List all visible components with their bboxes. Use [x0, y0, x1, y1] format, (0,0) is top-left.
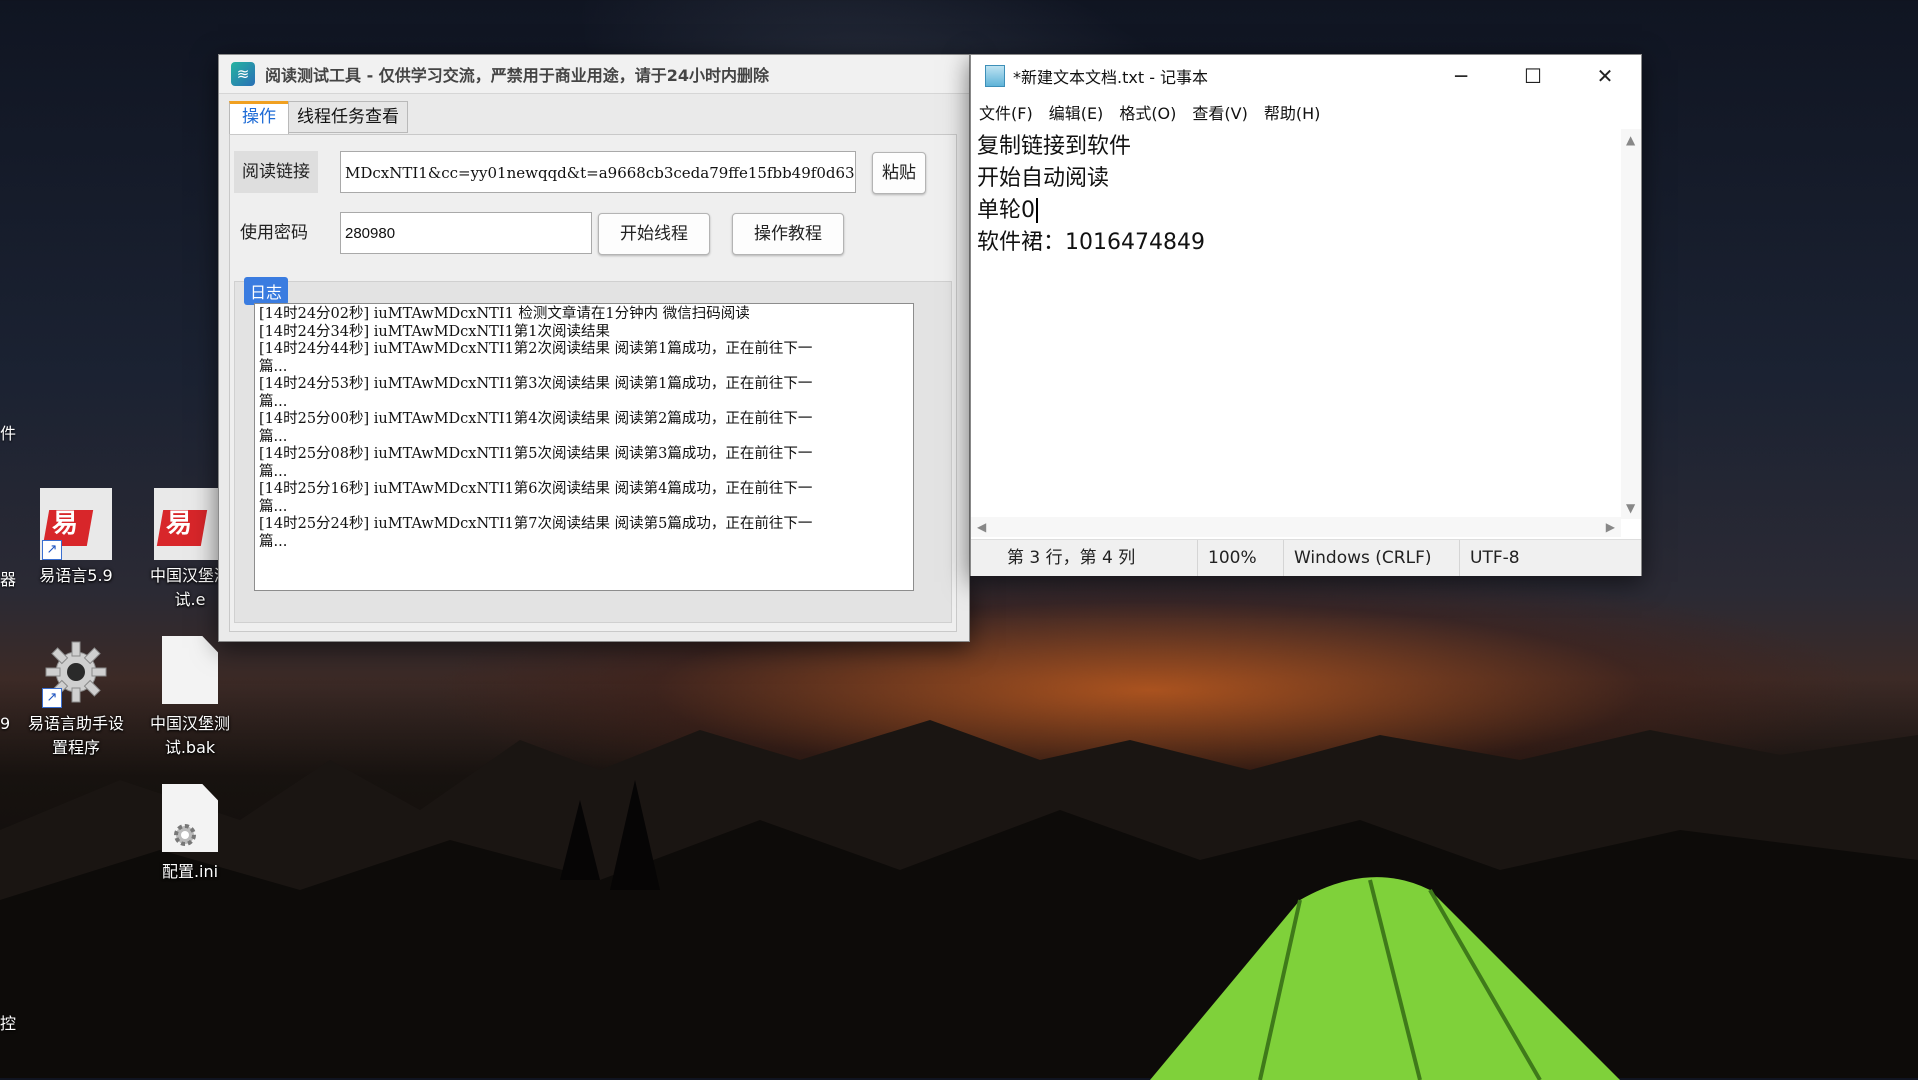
desktop-icon-hamburger-test-bak[interactable]: 中国汉堡测 试.bak — [134, 636, 246, 760]
text-line: 开始自动阅读 — [977, 166, 1110, 191]
log-line: [14时25分08秒] iuMTAwMDcxNTI1第5次阅读结果 阅读第3篇成… — [259, 446, 813, 462]
log-line: 篇... — [259, 463, 288, 480]
notepad-statusbar: 第 3 行，第 4 列 100% Windows (CRLF) UTF-8 — [971, 539, 1641, 576]
close-button[interactable]: ✕ — [1569, 55, 1641, 97]
desktop-icon-easy-language[interactable]: 易 ↗ 易语言5.9 — [20, 488, 132, 588]
notepad-icon — [985, 65, 1005, 87]
log-line: 篇... — [259, 393, 288, 410]
menu-view[interactable]: 查看(V) — [1192, 100, 1247, 124]
notepad-titlebar[interactable]: *新建文本文档.txt - 记事本 ─ ☐ ✕ — [971, 55, 1641, 97]
link-input[interactable]: MDcxNTI1&cc=yy01newqqd&t=a9668cb3ceda79f… — [340, 151, 856, 193]
log-line: [14时25分00秒] iuMTAwMDcxNTI1第4次阅读结果 阅读第2篇成… — [259, 411, 813, 427]
blank-file-icon — [154, 636, 226, 708]
reading-tool-window: ≋ 阅读测试工具 - 仅供学习交流，严禁用于商业用途，请于24小时内删除 操作 … — [218, 54, 970, 642]
password-label: 使用密码 — [240, 223, 308, 243]
gear-icon: ↗ — [40, 636, 112, 708]
log-line: [14时25分16秒] iuMTAwMDcxNTI1第6次阅读结果 阅读第4篇成… — [259, 481, 813, 497]
link-label: 阅读链接 — [234, 151, 318, 193]
start-thread-button[interactable]: 开始线程 — [598, 213, 710, 255]
menu-help[interactable]: 帮助(H) — [1264, 100, 1321, 124]
log-line: [14时24分53秒] iuMTAwMDcxNTI1第3次阅读结果 阅读第1篇成… — [259, 376, 813, 392]
notepad-title: *新建文本文档.txt - 记事本 — [1013, 68, 1209, 87]
tab-bar: 操作 线程任务查看 — [229, 101, 408, 135]
scroll-left-arrow-icon[interactable]: ◀ — [977, 520, 986, 534]
desktop-icon-label: 易语言助手设 置程序 — [27, 714, 124, 757]
scroll-down-arrow-icon[interactable]: ▼ — [1626, 501, 1635, 515]
log-textarea[interactable]: [14时24分02秒] iuMTAwMDcxNTI1 检测文章请在1分钟内 微信… — [254, 303, 914, 591]
menu-format[interactable]: 格式(O) — [1119, 100, 1176, 124]
vertical-scrollbar[interactable]: ▲ ▼ — [1621, 129, 1641, 519]
status-zoom: 100% — [1197, 540, 1257, 576]
reading-tool-titlebar[interactable]: ≋ 阅读测试工具 - 仅供学习交流，严禁用于商业用途，请于24小时内删除 — [219, 55, 969, 94]
log-line: 篇... — [259, 498, 288, 515]
scroll-up-arrow-icon[interactable]: ▲ — [1626, 133, 1635, 147]
easy-language-file-icon: 易 — [154, 488, 226, 560]
desktop-icon-label: 易语言5.9 — [39, 566, 113, 585]
log-line: [14时24分02秒] iuMTAwMDcxNTI1 检测文章请在1分钟内 微信… — [259, 306, 750, 322]
app-logo-icon: ≋ — [231, 62, 255, 86]
log-line: [14时24分44秒] iuMTAwMDcxNTI1第2次阅读结果 阅读第1篇成… — [259, 341, 813, 357]
tab-thread-tasks[interactable]: 线程任务查看 — [288, 101, 408, 133]
text-line: 软件裙：1016474849 — [977, 230, 1205, 255]
notepad-text-area[interactable]: 复制链接到软件 开始自动阅读 单轮0 软件裙：1016474849 — [971, 129, 1621, 519]
tent-image — [1150, 877, 1620, 1080]
password-input[interactable]: 280980 — [340, 212, 592, 254]
desktop-icon-assistant-settings[interactable]: ↗ 易语言助手设 置程序 — [20, 636, 132, 760]
status-line-ending: Windows (CRLF) — [1283, 540, 1432, 576]
config-file-icon — [154, 784, 226, 856]
operation-panel: 阅读链接 MDcxNTI1&cc=yy01newqqd&t=a9668cb3ce… — [229, 134, 957, 632]
text-line-content: 单轮0 — [977, 198, 1035, 223]
tutorial-button[interactable]: 操作教程 — [732, 213, 844, 255]
window-title: 阅读测试工具 - 仅供学习交流，严禁用于商业用途，请于24小时内删除 — [265, 66, 770, 85]
scroll-right-arrow-icon[interactable]: ▶ — [1606, 520, 1615, 534]
horizontal-scrollbar[interactable]: ◀ ▶ — [971, 517, 1621, 537]
maximize-button[interactable]: ☐ — [1497, 55, 1569, 97]
minimize-button[interactable]: ─ — [1425, 55, 1497, 97]
text-line: 复制链接到软件 — [977, 134, 1132, 159]
desktop-icon-config-ini[interactable]: 配置.ini — [134, 784, 246, 884]
log-line: 篇... — [259, 428, 288, 445]
log-line: 篇... — [259, 533, 288, 550]
notepad-window: *新建文本文档.txt - 记事本 ─ ☐ ✕ 文件(F) 编辑(E) 格式(O… — [970, 54, 1642, 576]
desktop-icon-label: 配置.ini — [161, 862, 219, 881]
tab-operation[interactable]: 操作 — [229, 101, 289, 135]
log-line: 篇... — [259, 358, 288, 375]
desktop-edge-text-1: 件 — [0, 424, 17, 443]
easy-language-icon: 易 ↗ — [40, 488, 112, 560]
notepad-menubar: 文件(F) 编辑(E) 格式(O) 查看(V) 帮助(H) — [971, 97, 1641, 127]
status-encoding: UTF-8 — [1459, 540, 1520, 576]
paste-button[interactable]: 粘贴 — [872, 152, 926, 194]
status-cursor-position: 第 3 行，第 4 列 — [1007, 548, 1136, 568]
desktop-icon-label: 中国汉堡测 试.bak — [149, 714, 230, 757]
menu-file[interactable]: 文件(F) — [979, 100, 1033, 124]
menu-edit[interactable]: 编辑(E) — [1049, 100, 1104, 124]
log-line: [14时25分24秒] iuMTAwMDcxNTI1第7次阅读结果 阅读第5篇成… — [259, 516, 813, 532]
text-line: 单轮0 — [977, 195, 1615, 227]
desktop-edge-text-2: 器 — [0, 570, 17, 589]
log-line: [14时24分34秒] iuMTAwMDcxNTI1第1次阅读结果 — [259, 323, 611, 340]
desktop-edge-text-4: 控 — [0, 1014, 17, 1033]
desktop-edge-text-3: 9 — [0, 714, 11, 733]
log-label: 日志 — [244, 277, 289, 305]
text-cursor — [1036, 198, 1038, 223]
shortcut-arrow-icon: ↗ — [42, 688, 62, 708]
shortcut-arrow-icon: ↗ — [42, 540, 62, 560]
